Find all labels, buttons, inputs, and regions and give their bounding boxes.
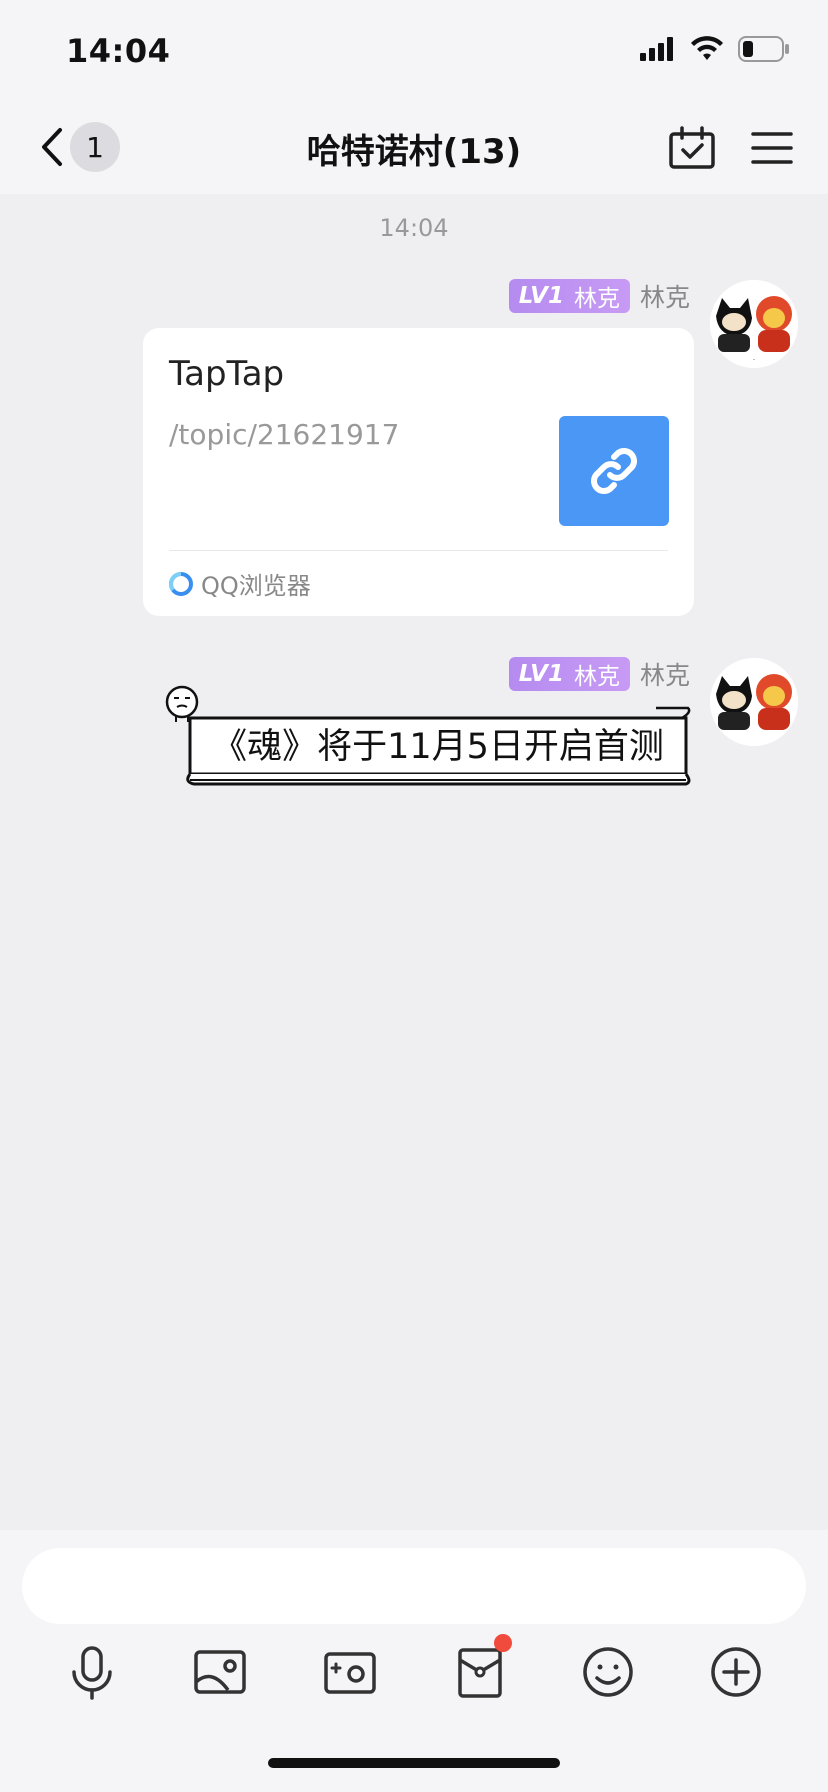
calendar-check-icon [669, 126, 715, 169]
mascot-face-icon [165, 685, 199, 722]
status-icons [640, 36, 790, 62]
emoji-button[interactable] [578, 1642, 638, 1702]
level-label: LV1 [518, 283, 564, 309]
card-source-label: QQ浏览器 [201, 572, 311, 600]
status-time: 14:04 [66, 32, 171, 70]
camera-icon [324, 1652, 376, 1694]
chat-nav-bar: 1 哈特诺村(13) [0, 100, 828, 194]
chevron-left-icon [42, 128, 62, 166]
notification-dot [494, 1634, 512, 1652]
calendar-checkin-button[interactable] [668, 126, 716, 170]
message-timestamp: 14:04 [379, 214, 449, 242]
card-source: QQ浏览器 [169, 566, 311, 601]
sender-name[interactable]: 林克 [640, 278, 690, 314]
card-thumbnail [559, 416, 669, 526]
card-divider [169, 550, 668, 551]
svg-text:·: · [753, 356, 755, 364]
level-title-badge[interactable]: LV1 林克 [508, 279, 630, 313]
camera-button[interactable] [320, 1642, 380, 1702]
back-button[interactable] [34, 122, 74, 172]
title-label: 林克 [573, 664, 620, 690]
sender-avatar[interactable]: · [710, 280, 798, 368]
level-title-badge[interactable]: LV1 林克 [508, 657, 630, 691]
link-share-card[interactable]: TapTap /topic/21621917 QQ浏览器 [143, 328, 694, 616]
hamburger-icon [751, 132, 793, 164]
avatar-image-icon [710, 658, 798, 746]
scroll-banner-message[interactable]: 《魂》将于11月5日开启首测 [165, 685, 692, 786]
sender-avatar[interactable] [710, 658, 798, 746]
banner-text: 《魂》将于11月5日开启首测 [212, 727, 664, 767]
group-title[interactable]: 哈特诺村(13) [307, 132, 521, 172]
link-icon [591, 448, 637, 494]
status-bar: 14:04 [0, 0, 828, 100]
message-header: LV1 林克 林克 [508, 278, 690, 314]
qq-browser-icon [169, 571, 193, 596]
message-input[interactable] [22, 1548, 806, 1624]
signal-icon [640, 37, 673, 61]
message-header: LV1 林克 林克 [508, 656, 690, 692]
chat-message-area[interactable]: 14:04 LV1 林克 林克 · TapTap /topic/21621917 [0, 194, 828, 1530]
more-plus-button[interactable] [706, 1642, 766, 1702]
sender-name[interactable]: 林克 [640, 656, 690, 692]
title-label: 林克 [573, 286, 620, 312]
plus-circle-icon [711, 1647, 761, 1697]
wifi-icon [691, 36, 723, 60]
microphone-icon [72, 1646, 112, 1700]
card-description: /topic/21621917 [169, 418, 400, 451]
level-label: LV1 [518, 661, 564, 687]
menu-button[interactable] [750, 128, 794, 168]
card-title: TapTap [169, 354, 285, 394]
input-bar [0, 1530, 828, 1792]
battery-icon [738, 36, 789, 62]
photo-button[interactable] [190, 1642, 250, 1702]
home-indicator[interactable] [268, 1758, 560, 1768]
smiley-icon [583, 1647, 633, 1697]
voice-button[interactable] [62, 1642, 122, 1702]
unread-count-badge[interactable]: 1 [70, 122, 120, 172]
avatar-image-icon: · [710, 280, 798, 368]
image-icon [194, 1650, 246, 1694]
